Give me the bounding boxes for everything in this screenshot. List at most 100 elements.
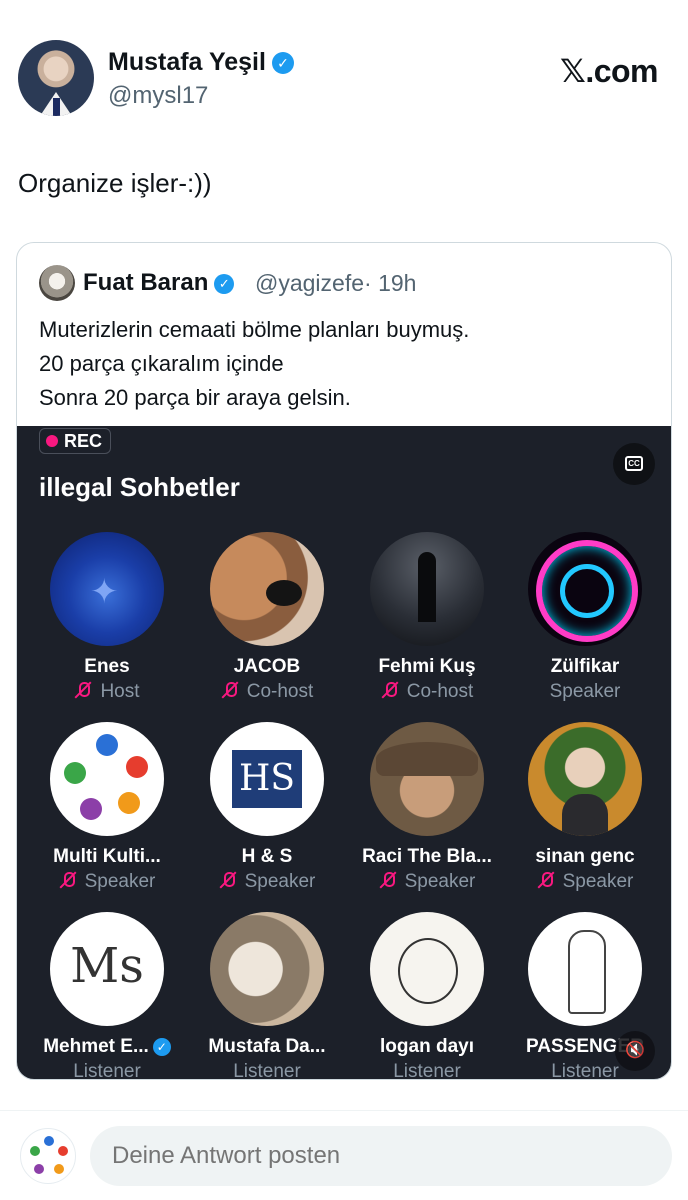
logo-figure — [126, 756, 148, 778]
participant-role-text: Speaker — [244, 871, 316, 892]
mic-muted-icon — [221, 681, 239, 699]
reply-divider — [0, 1110, 688, 1111]
mic-muted-icon — [379, 871, 397, 889]
rec-badge: REC — [39, 428, 112, 454]
quoted-author-handle[interactable]: @yagizefe· 19h — [255, 270, 416, 297]
participant-name: H & S — [241, 846, 293, 867]
mic-muted-icon — [219, 871, 237, 889]
quoted-tweet-text: Muterizlerin cemaati bölme planları buym… — [39, 313, 469, 415]
participant-role-text: Listener — [393, 1061, 461, 1080]
participant-avatar — [210, 532, 324, 646]
participant-name: sinan genc — [535, 846, 635, 867]
participant-role: Speaker — [503, 871, 667, 893]
participant-role: Co-host — [185, 681, 349, 703]
mic-muted-icon — [381, 681, 399, 699]
logo-figure — [80, 798, 102, 820]
participant-role-text: Speaker — [562, 871, 634, 892]
volume-mute-button[interactable]: 🔇 — [615, 1031, 655, 1071]
author-avatar[interactable] — [18, 40, 94, 116]
logo-figure — [118, 792, 140, 814]
participant-role-text: Co-host — [246, 681, 314, 702]
participant-role: Listener — [25, 1061, 189, 1080]
captions-button[interactable]: CC — [613, 443, 655, 485]
verified-badge-icon: ✓ — [152, 1038, 171, 1056]
mic-muted-icon — [59, 871, 77, 889]
participant-avatar — [370, 912, 484, 1026]
mic-muted-icon — [74, 681, 92, 699]
participant-avatar — [370, 722, 484, 836]
participant-avatar — [50, 532, 164, 646]
participant-role: Speaker — [503, 681, 667, 703]
x-logo[interactable]: 𝕏.com — [560, 52, 658, 90]
recording-dot-icon — [46, 435, 58, 447]
participant-role: Co-host — [345, 681, 509, 703]
participant-avatar — [528, 722, 642, 836]
participant-avatar — [528, 532, 642, 646]
participant-role: Listener — [185, 1061, 349, 1080]
quoted-timestamp: · 19h — [364, 270, 417, 296]
space-title: illegal Sohbetler — [39, 472, 240, 502]
participant-role-text: Listener — [73, 1061, 141, 1080]
participant[interactable]: HS H & S Speaker — [185, 722, 349, 893]
participant-name-text: Mehmet E... — [43, 1036, 149, 1057]
author-handle[interactable]: @mysl17 — [108, 82, 208, 110]
tweet-text: Organize işler-:)) — [18, 168, 212, 198]
quoted-handle-text: @yagizefe — [255, 270, 365, 296]
participant[interactable]: logan dayı Listener — [345, 912, 509, 1080]
participant-role: Speaker — [185, 871, 349, 893]
quoted-text-line: Sonra 20 parça bir araya gelsin. — [39, 385, 351, 410]
participant-role-text: Speaker — [549, 681, 621, 702]
participant-name: Raci The Bla... — [362, 846, 492, 867]
participant-role-text: Co-host — [406, 681, 474, 702]
quoted-author-name[interactable]: Fuat Baran ✓ — [83, 269, 235, 297]
participant[interactable]: JACOB Co-host — [185, 532, 349, 703]
reply-avatar[interactable] — [20, 1128, 76, 1184]
participant[interactable]: Multi Kulti... Speaker — [25, 722, 189, 893]
participant-name: Fehmi Kuş — [378, 656, 476, 677]
quoted-author-avatar[interactable] — [39, 265, 75, 301]
verified-badge-icon: ✓ — [214, 274, 235, 294]
quoted-text-line: Muterizlerin cemaati bölme planları buym… — [39, 317, 470, 342]
author-name[interactable]: Mustafa Yeşil ✓ — [108, 48, 294, 77]
participant-role: Speaker — [345, 871, 509, 893]
participant-name: JACOB — [233, 656, 301, 677]
participant-avatar: Ms — [50, 912, 164, 1026]
participant[interactable]: sinan genc Speaker — [503, 722, 667, 893]
verified-badge-icon: ✓ — [271, 52, 294, 74]
multi-kulti-logo-icon — [30, 1136, 68, 1174]
participant-avatar — [50, 722, 164, 836]
author-name-text: Mustafa Yeşil — [108, 48, 266, 76]
captions-icon: CC — [625, 456, 643, 471]
space-card[interactable]: REC CC illegal Sohbetler Enes Host JACOB… — [17, 426, 671, 1080]
hs-logo: HS — [232, 750, 302, 808]
quoted-tweet-card[interactable]: Fuat Baran ✓ @yagizefe· 19h Muterizlerin … — [16, 242, 672, 1080]
participant-role-text: Listener — [233, 1061, 301, 1080]
reply-input[interactable] — [90, 1126, 672, 1186]
participant-role: Host — [25, 681, 189, 703]
participant-role: Speaker — [25, 871, 189, 893]
participant[interactable]: Ms Mehmet E... ✓ Listener — [25, 912, 189, 1080]
participant-avatar: HS — [210, 722, 324, 836]
participant-role-text: Speaker — [404, 871, 476, 892]
quoted-text-line: 20 parça çıkaralım içinde — [39, 351, 284, 376]
avatar-tie — [53, 98, 60, 116]
participant-name: Enes — [84, 656, 130, 677]
participant-name: Mustafa Da... — [208, 1036, 326, 1057]
speaker-muted-icon: 🔇 — [625, 1042, 645, 1059]
participant[interactable]: Enes Host — [25, 532, 189, 703]
logo-figure — [96, 734, 118, 756]
participant-name: Multi Kulti... — [53, 846, 161, 867]
participant-avatar — [370, 532, 484, 646]
participant[interactable]: Fehmi Kuş Co-host — [345, 532, 509, 703]
participant[interactable]: Mustafa Da... Listener — [185, 912, 349, 1080]
participant-name: Mehmet E... ✓ — [25, 1036, 189, 1058]
participant-role: Listener — [345, 1061, 509, 1080]
ms-logo: Ms — [70, 938, 144, 994]
participant[interactable]: Zülfikar Speaker — [503, 532, 667, 703]
participant[interactable]: Raci The Bla... Speaker — [345, 722, 509, 893]
participant-avatar — [210, 912, 324, 1026]
participant-name: Zülfikar — [550, 656, 620, 677]
rec-label: REC — [64, 431, 103, 451]
quoted-author-name-text: Fuat Baran — [83, 269, 209, 296]
participant-role-text: Speaker — [84, 871, 156, 892]
